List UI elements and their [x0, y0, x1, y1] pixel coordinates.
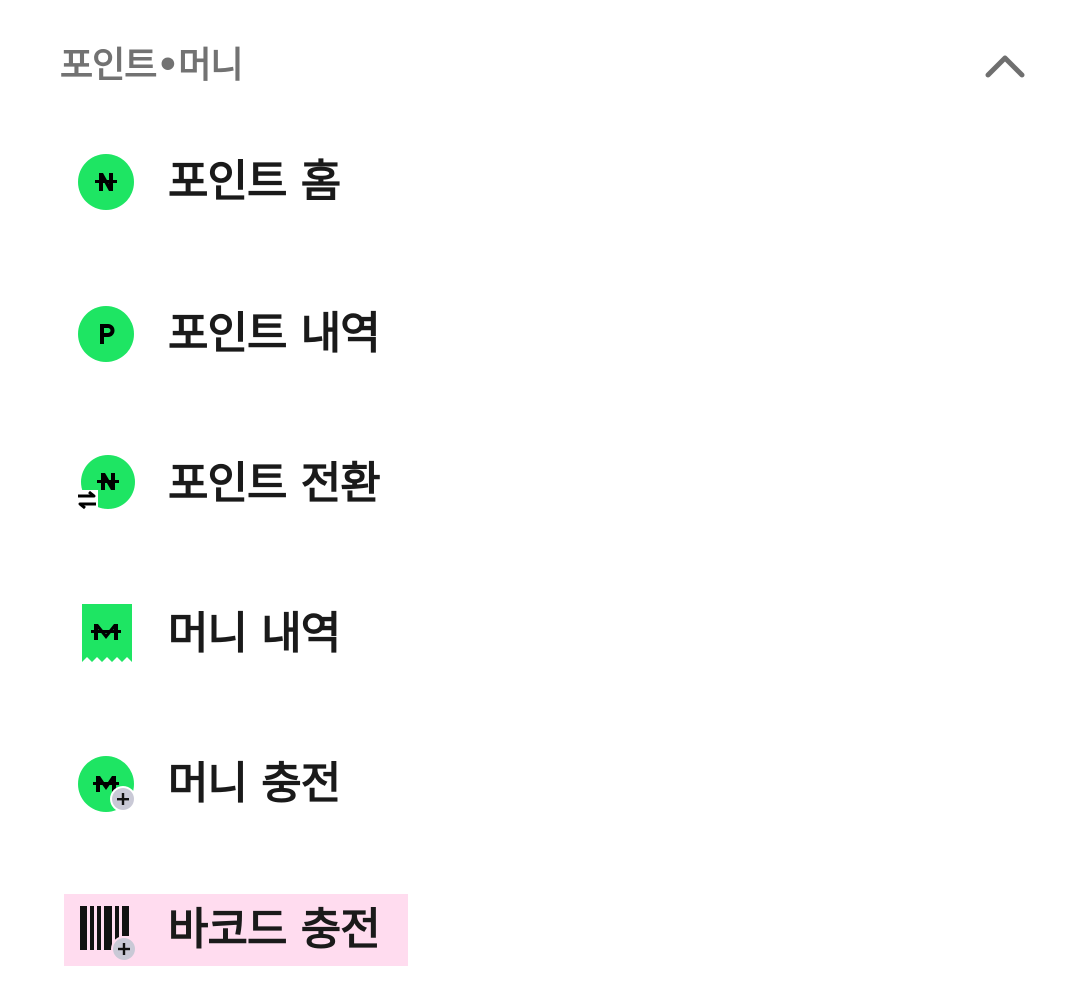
- point-money-menu: 포인트•머니 포인트 홈 포인트 내역 포인트 전환 머니 내역 머니 충전 바…: [0, 0, 1080, 1003]
- menu-item-label: 바코드 충전: [168, 904, 381, 955]
- barcode-charge-icon: [76, 902, 137, 962]
- point-transfer-icon: [76, 454, 136, 514]
- section-title: 포인트•머니: [60, 45, 244, 86]
- menu-item-barcode-charge[interactable]: 바코드 충전: [64, 894, 408, 966]
- menu-item-label: 머니 내역: [168, 608, 341, 659]
- chevron-up-icon[interactable]: [980, 42, 1030, 92]
- money-charge-icon: [76, 754, 136, 814]
- menu-item-label: 포인트 내역: [168, 308, 381, 359]
- menu-item-money-charge[interactable]: 머니 충전: [64, 742, 544, 822]
- menu-item-label: 포인트 홈: [168, 156, 341, 207]
- money-receipt-icon: [76, 604, 136, 664]
- menu-item-label: 포인트 전환: [168, 458, 381, 509]
- section-header[interactable]: 포인트•머니: [60, 30, 1030, 102]
- menu-item-point-home[interactable]: 포인트 홈: [64, 140, 544, 220]
- point-p-icon: [76, 304, 136, 364]
- menu-item-point-transfer[interactable]: 포인트 전환: [64, 442, 544, 522]
- menu-item-money-history[interactable]: 머니 내역: [64, 592, 544, 672]
- menu-item-point-history[interactable]: 포인트 내역: [64, 292, 544, 372]
- naver-pay-n-icon: [76, 152, 136, 212]
- menu-item-label: 머니 충전: [168, 758, 341, 809]
